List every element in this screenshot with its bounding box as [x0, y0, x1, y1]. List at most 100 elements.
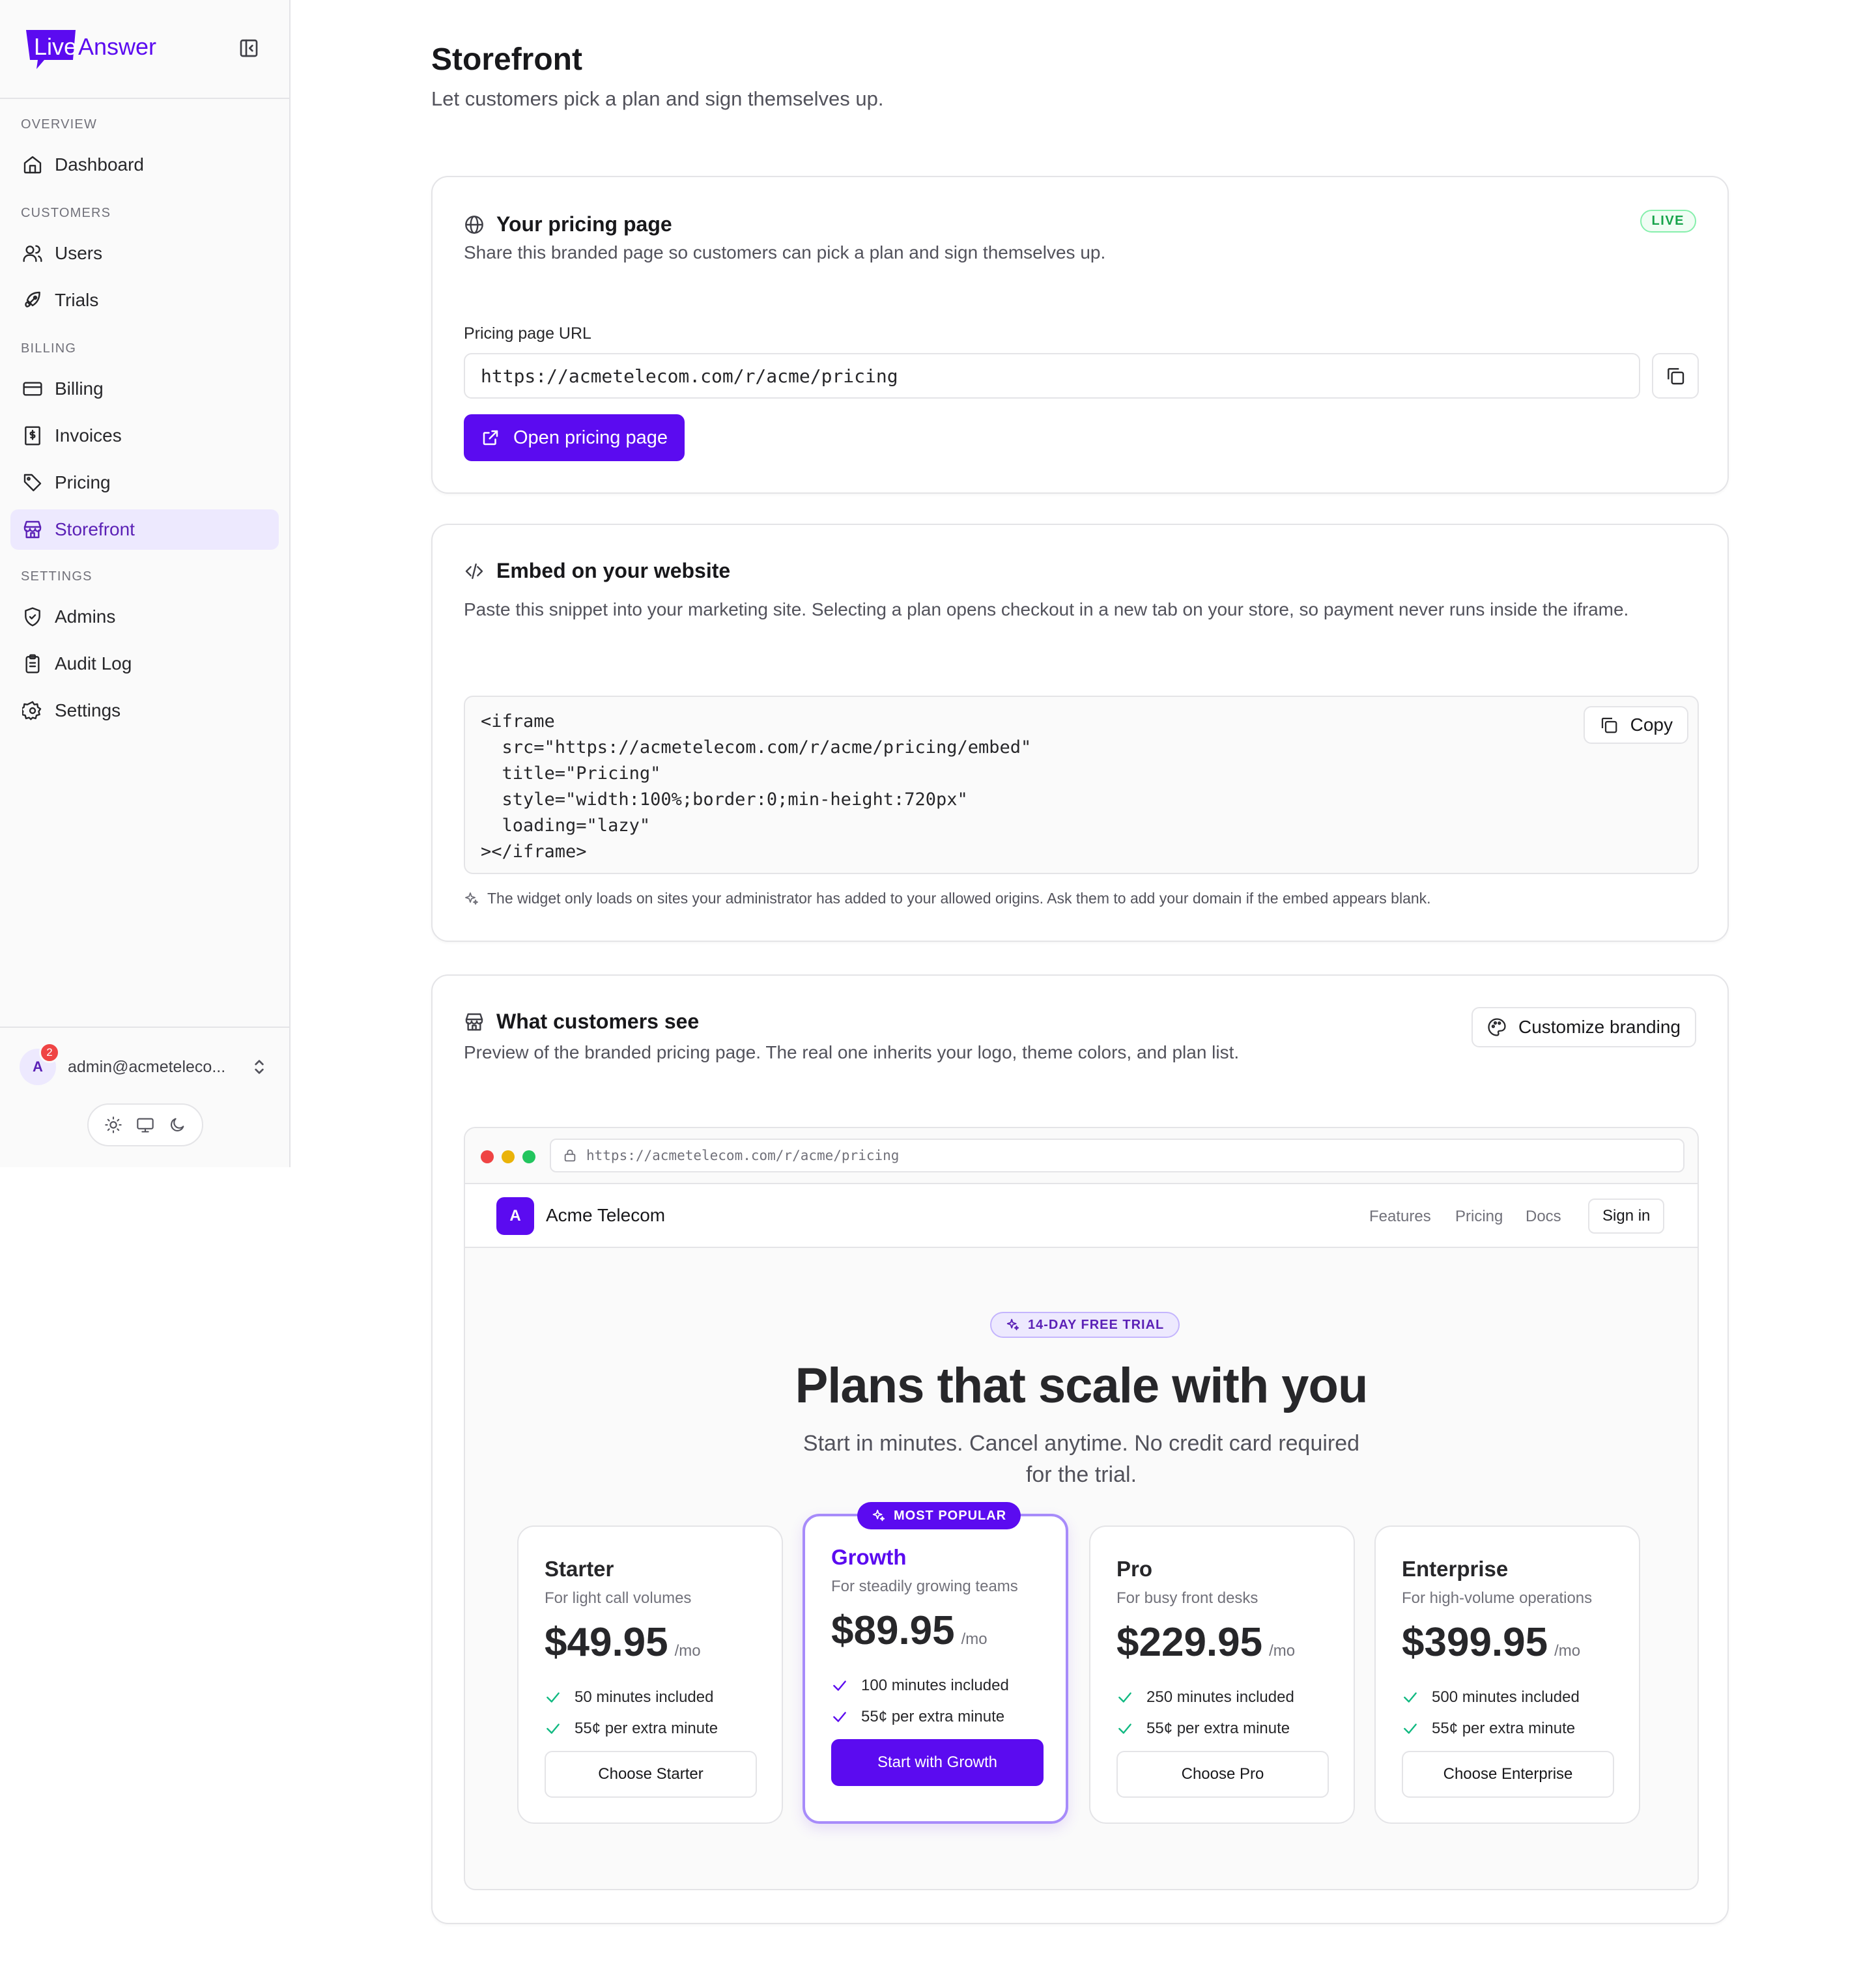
plan-card-growth: MOST POPULAR Growth For steadily growing…: [803, 1502, 1068, 1824]
copy-icon: [1601, 717, 1617, 733]
plan-price: $49.95 /mo: [545, 1619, 701, 1666]
collapse-sidebar-icon[interactable]: [238, 38, 259, 59]
copy-url-button[interactable]: [1652, 353, 1699, 399]
sidebar-item-label: Billing: [55, 378, 104, 399]
page-title: Storefront: [431, 42, 582, 77]
browser-address-bar: https://acmetelecom.com/r/acme/pricing: [550, 1139, 1684, 1172]
code-line: loading="lazy": [481, 815, 651, 836]
sidebar-item-dashboard[interactable]: Dashboard: [10, 145, 279, 185]
plan-tagline: For high-volume operations: [1402, 1589, 1593, 1607]
button-label: Open pricing page: [513, 427, 668, 448]
plan-feature: 500 minutes included: [1402, 1688, 1580, 1707]
site-logo: A: [496, 1197, 534, 1235]
code-line: title="Pricing": [481, 763, 661, 784]
sidebar-item-label: Storefront: [55, 519, 135, 539]
window-dot-minimize: [502, 1150, 515, 1163]
plan-card-enterprise: Enterprise For high-volume operations $3…: [1374, 1525, 1640, 1824]
pricing-page-card: Your pricing page LIVE Share this brande…: [431, 176, 1729, 494]
site-signin-button: Sign in: [1588, 1198, 1665, 1234]
plan-feature: 50 minutes included: [545, 1688, 713, 1707]
sidebar-item-audit-log[interactable]: Audit Log: [10, 644, 279, 684]
monitor-icon[interactable]: [136, 1116, 154, 1134]
browser-bar: https://acmetelecom.com/r/acme/pricing: [465, 1128, 1698, 1184]
code-line: ></iframe>: [481, 842, 587, 862]
browser-url-text: https://acmetelecom.com/r/acme/pricing: [586, 1148, 900, 1163]
card-description: Share this branded page so customers can…: [464, 242, 1106, 262]
sidebar-item-billing[interactable]: Billing: [10, 369, 279, 409]
clipboard-icon: [25, 654, 40, 674]
site-nav-pricing: Pricing: [1455, 1208, 1503, 1225]
external-link-icon: [483, 430, 498, 446]
sidebar-item-admins[interactable]: Admins: [10, 597, 279, 637]
customize-branding-button[interactable]: Customize branding: [1471, 1007, 1696, 1047]
section-label-billing: BILLING: [21, 341, 77, 356]
check-icon: [1118, 1723, 1131, 1734]
card-title-text: Your pricing page: [496, 212, 672, 236]
feature-text: 100 minutes included: [861, 1677, 1009, 1694]
status-badge: LIVE: [1640, 210, 1696, 233]
preview-card: What customers see Preview of the brande…: [431, 974, 1729, 1924]
sidebar-item-trials[interactable]: Trials: [10, 280, 279, 320]
price-period: /mo: [961, 1630, 988, 1648]
popular-badge-text: MOST POPULAR: [894, 1508, 1007, 1523]
card-description: Paste this snippet into your marketing s…: [464, 599, 1629, 619]
hero-subtitle-line: Start in minutes. Cancel anytime. No cre…: [803, 1431, 1360, 1456]
sidebar-item-label: Users: [55, 243, 103, 263]
code-line: style="width:100%;border:0;min-height:72…: [481, 789, 968, 810]
shield-icon: [25, 607, 40, 627]
plan-name: Starter: [545, 1557, 614, 1581]
liveanswer-logo[interactable]: Live Answer: [25, 26, 181, 72]
sidebar-item-storefront[interactable]: Storefront: [10, 509, 279, 550]
sun-icon[interactable]: [104, 1116, 122, 1134]
most-popular-badge: MOST POPULAR: [857, 1502, 1021, 1529]
feature-text: 500 minutes included: [1432, 1688, 1580, 1706]
account-email[interactable]: admin@acmeteleco...: [68, 1058, 225, 1077]
card-title-text: Embed on your website: [496, 559, 731, 582]
credit-card-icon: [23, 382, 42, 396]
sidebar-item-settings[interactable]: Settings: [10, 690, 279, 731]
price-period: /mo: [1269, 1642, 1296, 1660]
sidebar-item-pricing[interactable]: Pricing: [10, 462, 279, 503]
account-footer: A 2 admin@acmeteleco...: [0, 1027, 289, 1167]
sparkles-icon: [872, 1509, 885, 1522]
code-line: src="https://acmetelecom.com/r/acme/pric…: [481, 737, 1032, 758]
feature-text: 55¢ per extra minute: [575, 1720, 718, 1737]
plan-name: Pro: [1116, 1557, 1153, 1581]
plan-feature: 55¢ per extra minute: [545, 1720, 718, 1738]
site-nav-docs: Docs: [1526, 1208, 1561, 1225]
plan-price: $89.95 /mo: [831, 1608, 988, 1654]
rocket-icon: [25, 291, 40, 307]
sidebar: Live Answer OVERVIEW Dashboard CUSTOMERS…: [0, 0, 291, 1167]
pricing-url-field[interactable]: https://acmetelecom.com/r/acme/pricing: [464, 353, 1640, 399]
open-pricing-page-button[interactable]: Open pricing page: [464, 414, 685, 461]
site-nav-features: Features: [1369, 1208, 1431, 1225]
choose-starter-button: Choose Starter: [545, 1751, 757, 1798]
sidebar-item-label: Settings: [55, 700, 121, 720]
price-amount: $49.95: [545, 1620, 668, 1665]
plan-feature: 100 minutes included: [831, 1677, 1009, 1695]
plan-price: $229.95 /mo: [1116, 1619, 1295, 1666]
plan-feature: 250 minutes included: [1116, 1688, 1294, 1707]
card-description: Preview of the branded pricing page. The…: [464, 1042, 1240, 1062]
embed-code-block[interactable]: <iframe src="https://acmetelecom.com/r/a…: [464, 696, 1699, 874]
card-title: Your pricing page: [464, 212, 672, 236]
sidebar-item-users[interactable]: Users: [10, 233, 279, 274]
gear-icon: [22, 701, 42, 720]
plan-name: Growth: [831, 1545, 907, 1569]
sidebar-item-invoices[interactable]: Invoices: [10, 416, 279, 456]
section-label-settings: SETTINGS: [21, 569, 92, 584]
chevron-up-down-icon[interactable]: [249, 1056, 270, 1077]
plan-card-starter: Starter For light call volumes $49.95 /m…: [517, 1525, 783, 1824]
moon-icon[interactable]: [168, 1116, 186, 1134]
feature-text: 55¢ per extra minute: [861, 1708, 1005, 1725]
choose-pro-button: Choose Pro: [1116, 1751, 1329, 1798]
svg-text:Live: Live: [34, 33, 77, 60]
feature-text: 55¢ per extra minute: [1432, 1720, 1576, 1737]
sidebar-header: Live Answer: [0, 0, 289, 99]
price-amount: $229.95: [1116, 1620, 1263, 1665]
plan-feature: 55¢ per extra minute: [1116, 1720, 1290, 1738]
code-line: <iframe: [481, 711, 555, 731]
copy-snippet-button[interactable]: Copy: [1583, 706, 1688, 744]
sidebar-item-label: Trials: [55, 290, 99, 310]
plan-tagline: For busy front desks: [1116, 1589, 1258, 1607]
